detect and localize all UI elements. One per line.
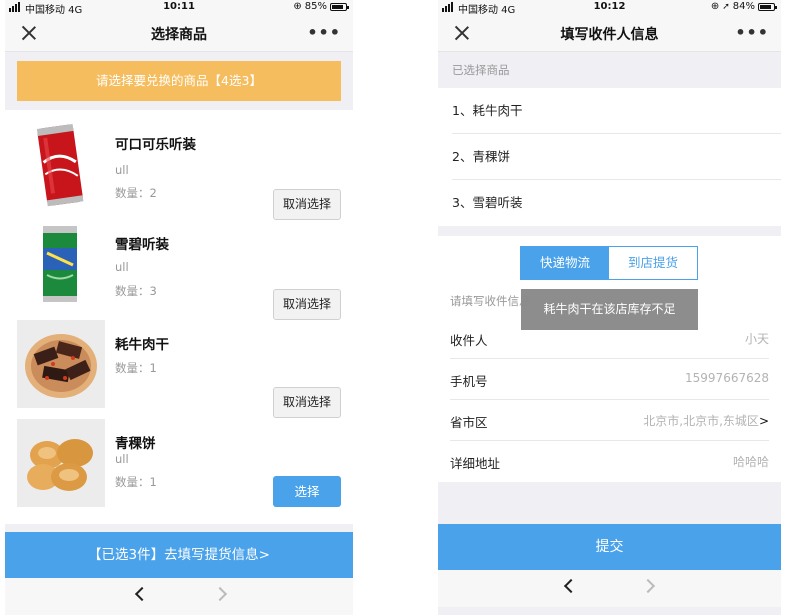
field-value: 小天: [744, 332, 769, 346]
deselect-button[interactable]: 取消选择: [273, 289, 341, 320]
address-field[interactable]: 详细地址 哈哈哈: [450, 441, 769, 482]
field-value: 15997667628: [685, 371, 769, 385]
goods-name: 青稞饼: [115, 436, 156, 452]
page-title: 填写收件人信息: [560, 27, 659, 43]
browser-bottom-nav: [438, 570, 781, 607]
chevron-left-icon[interactable]: [134, 586, 150, 602]
stock-warning-toast: 耗牛肉干在该店库存不足: [521, 289, 698, 330]
field-label: 详细地址: [450, 456, 501, 471]
tab-store-pickup[interactable]: 到店提货: [609, 247, 697, 279]
list-item: 2、青稞饼: [452, 134, 781, 180]
phone-field[interactable]: 手机号 15997667628: [450, 359, 769, 400]
goods-quantity: 数量：1: [115, 475, 157, 489]
goods-name: 耗牛肉干: [115, 337, 169, 353]
status-bar: 中国移动 4G 10:12 ⊕ ➚ 84%: [438, 0, 781, 16]
chevron-right-icon[interactable]: [640, 578, 656, 594]
region-picker[interactable]: 省市区 北京市,北京市,东城区>: [450, 400, 769, 441]
selection-banner: 请选择要兑换的商品【4选3】: [17, 61, 341, 101]
more-options-icon[interactable]: •••: [735, 23, 769, 42]
form-hint: 请填写收件信息: [450, 294, 531, 308]
goods-sub: ull: [115, 260, 129, 274]
deselect-button[interactable]: 取消选择: [273, 189, 341, 220]
chevron-right-icon[interactable]: [212, 586, 228, 602]
goods-name: 雪碧听装: [115, 237, 169, 253]
coca-cola-can-image: [17, 120, 105, 208]
chevron-left-icon[interactable]: [563, 578, 579, 594]
select-button[interactable]: 选择: [273, 476, 341, 507]
rotation-lock-icon: ⊕: [710, 1, 720, 12]
select-goods-screen: 中国移动 4G 10:11 ⊕ 85% 选择商品 ••• 请选择要兑换的商品【4…: [5, 0, 353, 615]
goods-item: 耗牛肉干 数量：1 取消选择: [5, 320, 353, 418]
field-value: 哈哈哈: [732, 455, 769, 469]
page-title: 选择商品: [151, 27, 207, 43]
fill-pickup-info-button[interactable]: 【已选3件】去填写提货信息>: [5, 532, 353, 578]
field-label: 收件人: [450, 333, 488, 348]
chevron-right-icon: >: [758, 414, 769, 428]
more-options-icon[interactable]: •••: [307, 23, 341, 42]
list-item: 1、耗牛肉干: [452, 88, 781, 134]
goods-list: 可口可乐听装 ull 数量：2 取消选择 雪碧听装 ull 数量：3 取消选择: [5, 110, 353, 524]
goods-item: 可口可乐听装 ull 数量：2 取消选择: [5, 120, 353, 220]
beef-jerky-image: [17, 320, 105, 408]
battery-percent: 85%: [304, 1, 327, 12]
list-item: 3、雪碧听装: [452, 195, 523, 210]
goods-quantity: 数量：3: [115, 284, 157, 298]
field-label: 省市区: [450, 415, 488, 430]
battery-icon: [758, 2, 777, 11]
nav-bar: 选择商品 •••: [5, 14, 353, 52]
field-label: 手机号: [450, 374, 488, 389]
goods-quantity: 数量：2: [115, 186, 157, 200]
goods-name: 可口可乐听装: [115, 137, 196, 153]
rotation-lock-icon: ⊕: [293, 1, 302, 12]
recipient-form: 快递物流 到店提货 请填写收件信息 收件人 小天 手机号 15997667628…: [438, 236, 781, 482]
delivery-method-toggle: 快递物流 到店提货: [520, 246, 698, 280]
battery-percent: 84%: [732, 1, 755, 12]
selected-goods-list: 1、耗牛肉干 2、青稞饼 3、雪碧听装: [438, 88, 781, 226]
field-value: 北京市,北京市,东城区>: [643, 414, 769, 428]
battery-icon: [330, 2, 349, 11]
location-arrow-icon: ➚: [722, 1, 730, 12]
sprite-can-image: [17, 220, 105, 308]
nav-bar: 填写收件人信息 •••: [438, 14, 781, 52]
browser-bottom-nav: [5, 578, 353, 615]
goods-quantity: 数量：1: [115, 361, 157, 375]
status-bar: 中国移动 4G 10:11 ⊕ 85%: [5, 0, 353, 16]
tab-express-delivery[interactable]: 快递物流: [521, 247, 609, 279]
goods-sub: ull: [115, 452, 129, 466]
barley-cake-image: [17, 419, 105, 507]
deselect-button[interactable]: 取消选择: [273, 387, 341, 418]
goods-sub: ull: [115, 163, 129, 177]
recipient-info-screen: 中国移动 4G 10:12 ⊕ ➚ 84% 填写收件人信息 ••• 已选择商品 …: [438, 0, 781, 615]
goods-item: 青稞饼 ull 数量：1 选择: [5, 419, 353, 515]
goods-item: 雪碧听装 ull 数量：3 取消选择: [5, 220, 353, 320]
selected-goods-label: 已选择商品: [452, 63, 510, 77]
submit-button[interactable]: 提交: [438, 524, 781, 570]
